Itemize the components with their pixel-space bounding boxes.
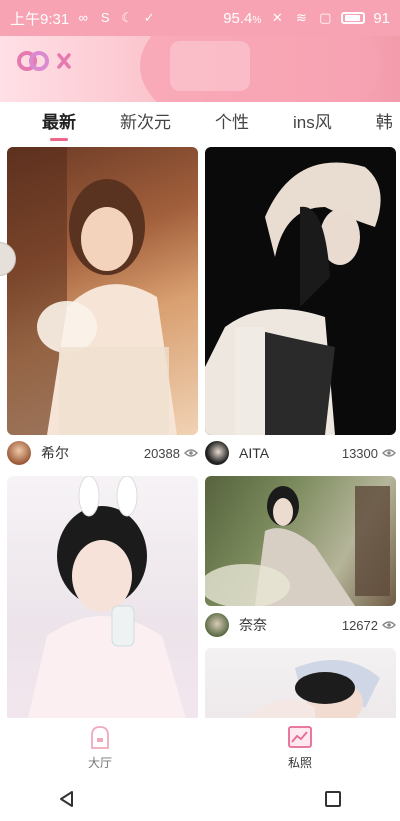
battery-icon xyxy=(341,12,366,24)
eye-icon xyxy=(382,621,396,629)
avatar[interactable] xyxy=(7,441,31,465)
back-icon[interactable] xyxy=(57,789,77,809)
eye-icon xyxy=(184,449,198,457)
battery-level: 91 xyxy=(373,9,390,27)
photo-card-image[interactable] xyxy=(7,147,198,435)
author-name[interactable]: AITA xyxy=(239,445,269,461)
status-time: 上午9:31 xyxy=(10,10,70,28)
author-name[interactable]: 奈奈 xyxy=(239,615,267,635)
system-nav-bar xyxy=(0,776,400,821)
moon-icon: ☾ xyxy=(121,10,134,25)
app-logo-icon[interactable] xyxy=(16,47,76,75)
card-meta: 奈奈 12672 xyxy=(205,610,396,640)
portrait-illustration xyxy=(27,476,186,718)
photo-card-image[interactable] xyxy=(205,147,396,435)
category-tabs: 最新 新次元 个性 ins风 韩 xyxy=(20,102,400,141)
photo-card-image[interactable] xyxy=(205,648,396,718)
portrait-illustration xyxy=(205,486,390,606)
card-meta: 希尔 20388 xyxy=(7,438,198,468)
status-bar: 上午9:31 ∞ S ☾ ✓ 95.4% ✕ ≋ ▢ 91 xyxy=(0,0,400,36)
avatar[interactable] xyxy=(205,613,229,637)
tab-latest[interactable]: 最新 xyxy=(42,108,76,141)
mute-icon: ✕ xyxy=(271,10,283,25)
tab-korean[interactable]: 韩 xyxy=(376,108,393,133)
bottom-nav: 大厅 私照 xyxy=(0,718,400,776)
author-name[interactable]: 希尔 xyxy=(41,443,69,463)
app-notification-icon: S xyxy=(100,10,110,25)
eye-icon xyxy=(382,449,396,457)
header-banner xyxy=(0,36,400,102)
recent-apps-icon[interactable] xyxy=(323,789,343,809)
avatar[interactable] xyxy=(205,441,229,465)
photo-feed: 希尔 20388 AITA 13300 奈奈 12672 xyxy=(0,140,400,718)
portrait-illustration xyxy=(205,162,381,435)
tab-new-dimension[interactable]: 新次元 xyxy=(120,108,171,133)
portrait-illustration xyxy=(7,147,177,435)
card-meta: AITA 13300 xyxy=(205,438,396,468)
view-count: 13300 xyxy=(342,446,396,461)
nav-private-photos[interactable]: 私照 xyxy=(200,718,400,776)
portrait-illustration xyxy=(245,660,380,718)
tab-personality[interactable]: 个性 xyxy=(215,108,249,133)
nav-hall[interactable]: 大厅 xyxy=(0,718,200,776)
photo-card-image[interactable] xyxy=(7,476,198,718)
hall-icon xyxy=(91,726,109,749)
tab-ins-style[interactable]: ins风 xyxy=(293,108,332,133)
nav-private-photos-label: 私照 xyxy=(287,756,312,770)
photo-card-image[interactable] xyxy=(205,476,396,606)
private-photos-icon xyxy=(288,726,312,748)
nav-hall-label: 大厅 xyxy=(87,756,112,770)
check-circle-icon: ✓ xyxy=(143,10,155,25)
home-icon[interactable] xyxy=(190,789,210,809)
screen-icon: ▢ xyxy=(319,10,332,25)
wifi-icon: ≋ xyxy=(295,10,307,25)
battery-percent: 95.4% xyxy=(223,9,262,27)
infinity-icon: ∞ xyxy=(78,10,88,25)
view-count: 20388 xyxy=(144,446,198,461)
view-count: 12672 xyxy=(342,618,396,633)
